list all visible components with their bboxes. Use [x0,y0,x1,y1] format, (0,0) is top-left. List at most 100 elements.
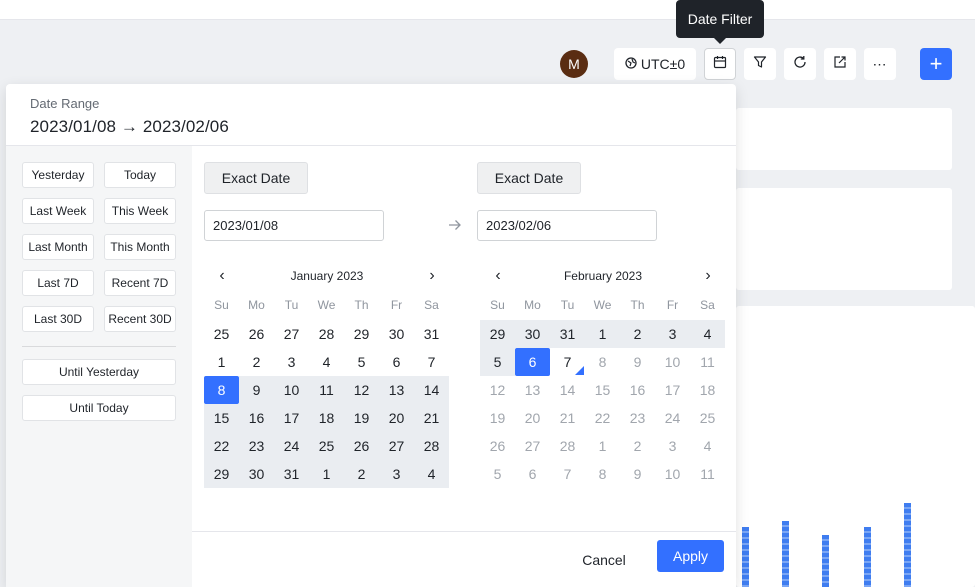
start-date-input[interactable]: 2023/01/08 [204,210,384,241]
calendar-day-disabled: 20 [524,410,541,426]
quick-recent-30d-button[interactable]: Recent 30D [104,306,176,332]
calendar-day-disabled: 9 [633,354,642,370]
calendar-day-in-range[interactable]: 2 [344,460,379,488]
calendar-day-in-range[interactable]: 29 [480,320,515,348]
quick-options-divider [22,346,176,347]
calendar-day-in-range[interactable]: 13 [379,376,414,404]
calendar-day-in-range[interactable]: 11 [309,376,344,404]
calendar-day-in-range[interactable]: 22 [204,432,239,460]
quick-last-month-button[interactable]: Last Month [22,234,94,260]
calendar-day-disabled: 3 [668,438,677,454]
calendar-day[interactable]: 28 [309,320,344,348]
add-button[interactable]: + [920,48,952,80]
calendar-day-in-range[interactable]: 3 [655,320,690,348]
prev-month-button[interactable]: ‹ [488,264,508,288]
calendar-day-in-range[interactable]: 21 [414,404,449,432]
calendar-day-selected-start[interactable]: 8 [204,376,239,404]
calendar-day-in-range[interactable]: 27 [379,432,414,460]
calendar-day-in-range[interactable]: 17 [274,404,309,432]
calendar-day-in-range[interactable]: 15 [204,404,239,432]
date-range-value: 2023/01/08 → 2023/02/06 [30,117,229,136]
cancel-button[interactable]: Cancel [572,544,636,576]
calendar-day-in-range[interactable]: 20 [379,404,414,432]
calendar-day-in-range[interactable]: 10 [274,376,309,404]
calendar-day[interactable]: 26 [239,320,274,348]
calendar-day-disabled: 1 [598,438,607,454]
calendar-day-in-range[interactable]: 4 [414,460,449,488]
calendar-day-in-range[interactable]: 31 [550,320,585,348]
calendar-day-in-range[interactable]: 26 [344,432,379,460]
quick-until-today-button[interactable]: Until Today [22,395,176,421]
weekday-label: Tu [560,298,575,312]
timezone-button[interactable]: UTC±0 [614,48,696,80]
calendar-day[interactable]: 30 [379,320,414,348]
calendar-day-today[interactable]: 7 [550,348,585,376]
quick-recent-7d-button[interactable]: Recent 7D [104,270,176,296]
calendar-day-in-range[interactable]: 31 [274,460,309,488]
end-date-input[interactable]: 2023/02/06 [477,210,657,241]
calendar-day-in-range[interactable]: 24 [274,432,309,460]
avatar[interactable]: M [560,50,588,78]
share-button[interactable] [824,48,856,80]
start-mode-button[interactable]: Exact Date [204,162,308,194]
top-bar [0,0,975,20]
calendar-day-in-range[interactable]: 14 [414,376,449,404]
calendar-day-in-range[interactable]: 3 [379,460,414,488]
calendar-day-in-range[interactable]: 30 [515,320,550,348]
calendar-day[interactable]: 5 [344,348,379,376]
more-button[interactable]: ⋯ [864,48,896,80]
calendar-day[interactable]: 1 [204,348,239,376]
calendar-day-disabled: 11 [700,354,715,370]
calendar-day-disabled: 17 [664,382,681,398]
calendar-day-in-range[interactable]: 2 [620,320,655,348]
filter-icon [753,55,767,74]
calendar-day-in-range[interactable]: 12 [344,376,379,404]
calendar-day-in-range[interactable]: 1 [309,460,344,488]
calendar-day-in-range[interactable]: 9 [239,376,274,404]
calendar-title: February 2023 [563,269,643,283]
quick-last-week-button[interactable]: Last Week [22,198,94,224]
calendar-day-in-range[interactable]: 29 [204,460,239,488]
next-month-button[interactable]: › [422,264,442,288]
quick-until-yesterday-button[interactable]: Until Yesterday [22,359,176,385]
date-filter-button[interactable] [704,48,736,80]
prev-month-button[interactable]: ‹ [212,264,232,288]
quick-last-7d-button[interactable]: Last 7D [22,270,94,296]
quick-this-month-button[interactable]: This Month [104,234,176,260]
calendar-day-in-range[interactable]: 5 [480,348,515,376]
calendar-day-in-range[interactable]: 18 [309,404,344,432]
calendar-day[interactable]: 25 [204,320,239,348]
calendar-day-in-range[interactable]: 16 [239,404,274,432]
quick-this-week-button[interactable]: This Week [104,198,176,224]
calendar-day-in-range[interactable]: 30 [239,460,274,488]
share-icon [833,55,847,74]
quick-today-button[interactable]: Today [104,162,176,188]
calendar-day[interactable]: 29 [344,320,379,348]
calendar-day[interactable]: 31 [414,320,449,348]
quick-yesterday-button[interactable]: Yesterday [22,162,94,188]
calendar-day[interactable]: 6 [379,348,414,376]
calendar-day-in-range[interactable]: 1 [585,320,620,348]
date-filter-tooltip: Date Filter [676,0,764,44]
refresh-button[interactable] [784,48,816,80]
quick-last-30d-button[interactable]: Last 30D [22,306,94,332]
calendar-day[interactable]: 4 [309,348,344,376]
calendar-day[interactable]: 27 [274,320,309,348]
popup-footer: Cancel Apply [192,531,736,587]
calendar-day[interactable]: 3 [274,348,309,376]
calendar-day-in-range[interactable]: 25 [309,432,344,460]
calendar-day-in-range[interactable]: 4 [690,320,725,348]
background-card [736,108,952,170]
filter-button[interactable] [744,48,776,80]
calendar-day-in-range[interactable]: 28 [414,432,449,460]
calendar-day[interactable]: 2 [239,348,274,376]
end-mode-button[interactable]: Exact Date [477,162,581,194]
apply-button[interactable]: Apply [657,540,724,572]
calendar-day-selected-end[interactable]: 6 [515,348,550,376]
calendar-day-in-range[interactable]: 23 [239,432,274,460]
next-month-button[interactable]: › [698,264,718,288]
arrow-right-icon [448,218,462,235]
calendar-day[interactable]: 7 [414,348,449,376]
calendar-day-in-range[interactable]: 19 [344,404,379,432]
calendar-day-disabled: 25 [699,410,716,426]
